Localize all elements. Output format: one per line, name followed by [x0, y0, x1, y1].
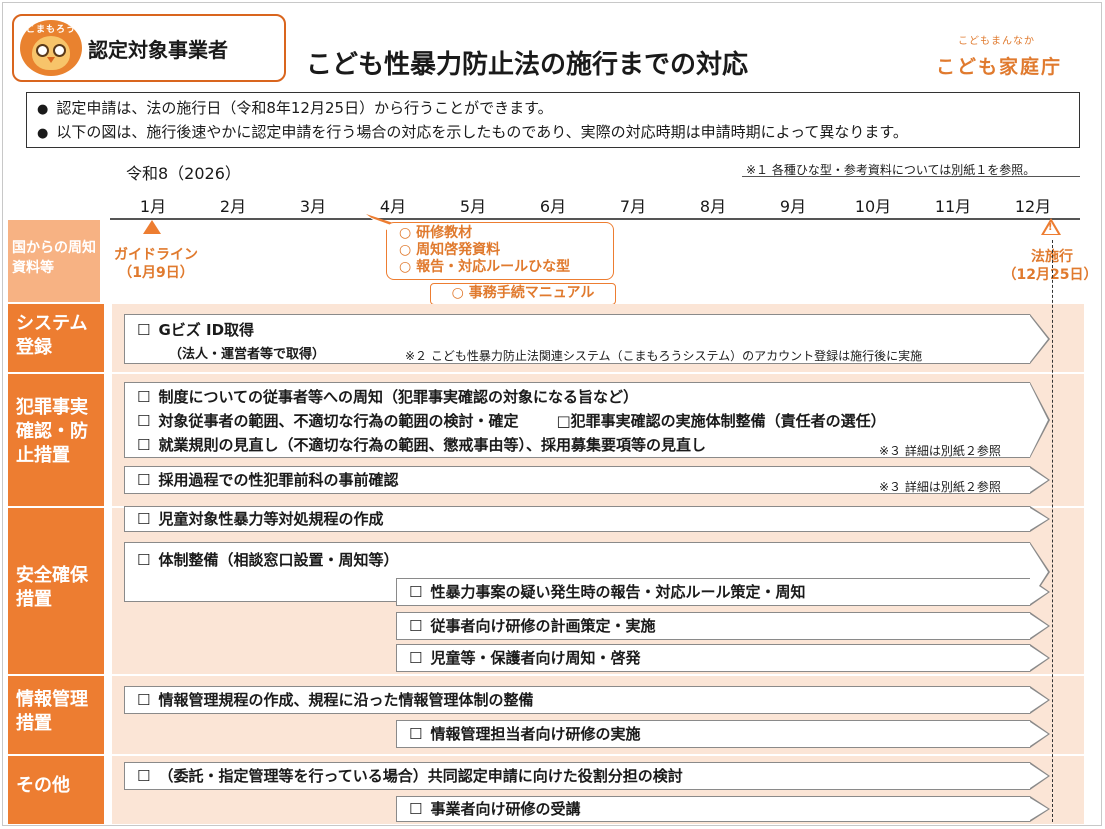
- note-line: ● 以下の図は、施行後速やかに認定申請を行う場合の対応を示したものであり、実際の対…: [37, 123, 908, 141]
- month-label: 10月: [854, 197, 892, 216]
- category-system: システム登録: [8, 304, 104, 372]
- task-safety-rules: ☐ 児童対象性暴力等対処規程の作成: [124, 506, 1030, 532]
- task-info-training: ☐ 情報管理担当者向け研修の実施: [396, 720, 1030, 748]
- callout-item: ○ 報告・対応ルールひな型: [399, 259, 571, 275]
- guideline-label: ガイドライン: [114, 247, 198, 263]
- month-label: 12月: [1014, 197, 1052, 216]
- checkbox-icon: ☐: [409, 800, 423, 818]
- month-label: 3月: [299, 197, 327, 216]
- manual-label: ○ 事務手続マニュアル: [430, 283, 616, 305]
- month-label: 5月: [459, 197, 487, 216]
- month-label: 9月: [779, 197, 807, 216]
- month-label: 1月: [139, 197, 167, 216]
- task-info-rules: ☐ 情報管理規程の作成、規程に沿った情報管理体制の整備: [124, 686, 1030, 714]
- checkbox-icon: ☐: [409, 583, 423, 601]
- task-note: ※３ 詳細は別紙２参照: [879, 444, 1001, 458]
- enforcement-line: [1052, 240, 1053, 822]
- task-safety-awareness: ☐ 児童等・保護者向け周知・啓発: [396, 644, 1030, 672]
- page-title: こども性暴力防止法の施行までの対応: [306, 50, 749, 80]
- target-badge: こまもろう 認定対象事業者: [12, 14, 286, 82]
- category-government: 国からの周知資料等: [8, 220, 100, 302]
- task-other-training: ☐ 事業者向け研修の受講: [396, 796, 1030, 822]
- guideline-date: （1月9日）: [118, 265, 194, 281]
- checkbox-icon: ☐: [409, 649, 423, 667]
- checkbox-icon: ☐: [137, 471, 151, 489]
- enforcement-date: （12月25日）: [1002, 267, 1098, 283]
- task-safety-training: ☐ 従事者向け研修の計画策定・実施: [396, 612, 1030, 640]
- task-note: ※３ 詳細は別紙２参照: [879, 480, 1001, 494]
- month-label: 11月: [934, 197, 972, 216]
- month-label: 7月: [619, 197, 647, 216]
- timeline-axis: [110, 218, 1080, 220]
- callout-item: ○ 研修教材: [399, 225, 473, 241]
- task-other-joint: ☐ （委託・指定管理等を行っている場合）共同認定申請に向けた役割分担の検討: [124, 762, 1030, 790]
- task-note: ※２ こども性暴力防止法関連システム（こまもろうシステム）のアカウント登録は施行…: [405, 349, 923, 363]
- category-info: 情報管理措置: [8, 676, 104, 754]
- materials-callout: ○ 研修教材 ○ 周知啓発資料 ○ 報告・対応ルールひな型: [386, 222, 614, 280]
- month-label: 4月: [379, 197, 407, 216]
- category-safety: 安全確保措置: [8, 508, 104, 674]
- notes-box: ● 認定申請は、法の施行日（令和8年12月25日）から行うことができます。 ● 以下…: [26, 92, 1080, 148]
- checkbox-icon: ☐: [137, 321, 151, 339]
- task-line: ☐ 制度についての従事者等への周知（犯罪事実確認の対象になる旨など）: [137, 388, 639, 406]
- callout-item: ○ 周知啓発資料: [399, 242, 501, 258]
- bullet-icon: ●: [37, 102, 49, 117]
- task-group-crime: ☐ 制度についての従事者等への周知（犯罪事実確認の対象になる旨など） ☐ 対象従事者…: [124, 382, 1030, 458]
- checkbox-icon: ☐: [409, 617, 423, 635]
- agency-logo: こども家庭庁: [936, 56, 1063, 78]
- mascot-owl-icon: こまもろう: [20, 20, 82, 76]
- checkbox-icon: ☐: [409, 725, 423, 743]
- checkbox-icon: ☐: [137, 767, 151, 785]
- guideline-marker-icon: [143, 220, 161, 234]
- task-gbiz: ☐ Gビズ ID取得 （法人・運営者等で取得） ※２ こども性暴力防止法関連システ…: [124, 314, 1030, 364]
- month-label: 2月: [219, 197, 247, 216]
- year-label: 令和8（2026）: [126, 164, 241, 183]
- category-crime: 犯罪事実確認・防止措置: [8, 374, 104, 506]
- checkbox-icon: ☐: [137, 691, 151, 709]
- divider: [742, 176, 1080, 177]
- bullet-icon: ●: [37, 126, 49, 141]
- month-label: 8月: [699, 197, 727, 216]
- note-line: ● 認定申請は、法の施行日（令和8年12月25日）から行うことができます。: [37, 99, 553, 117]
- checkbox-icon: ☐: [137, 510, 151, 528]
- month-label: 6月: [539, 197, 567, 216]
- agency-tagline: こどもまんなか: [958, 36, 1035, 47]
- mascot-name: こまもろう: [25, 25, 76, 35]
- task-line: ☐ 対象従事者の範囲、不適切な行為の範囲の検討・確定 □犯罪事実確認の実施体制整備（…: [137, 412, 886, 430]
- checkbox-icon: ☐: [137, 551, 151, 569]
- task-safety-report: ☐ 性暴力事案の疑い発生時の報告・対応ルール策定・周知: [396, 578, 1030, 606]
- badge-title: 認定対象事業者: [88, 38, 228, 62]
- task-sub: （法人・運営者等で取得）: [169, 347, 326, 362]
- task-crime-precheck: ☐ 採用過程での性犯罪前科の事前確認 ※３ 詳細は別紙２参照: [124, 466, 1030, 494]
- category-other: その他: [8, 756, 104, 824]
